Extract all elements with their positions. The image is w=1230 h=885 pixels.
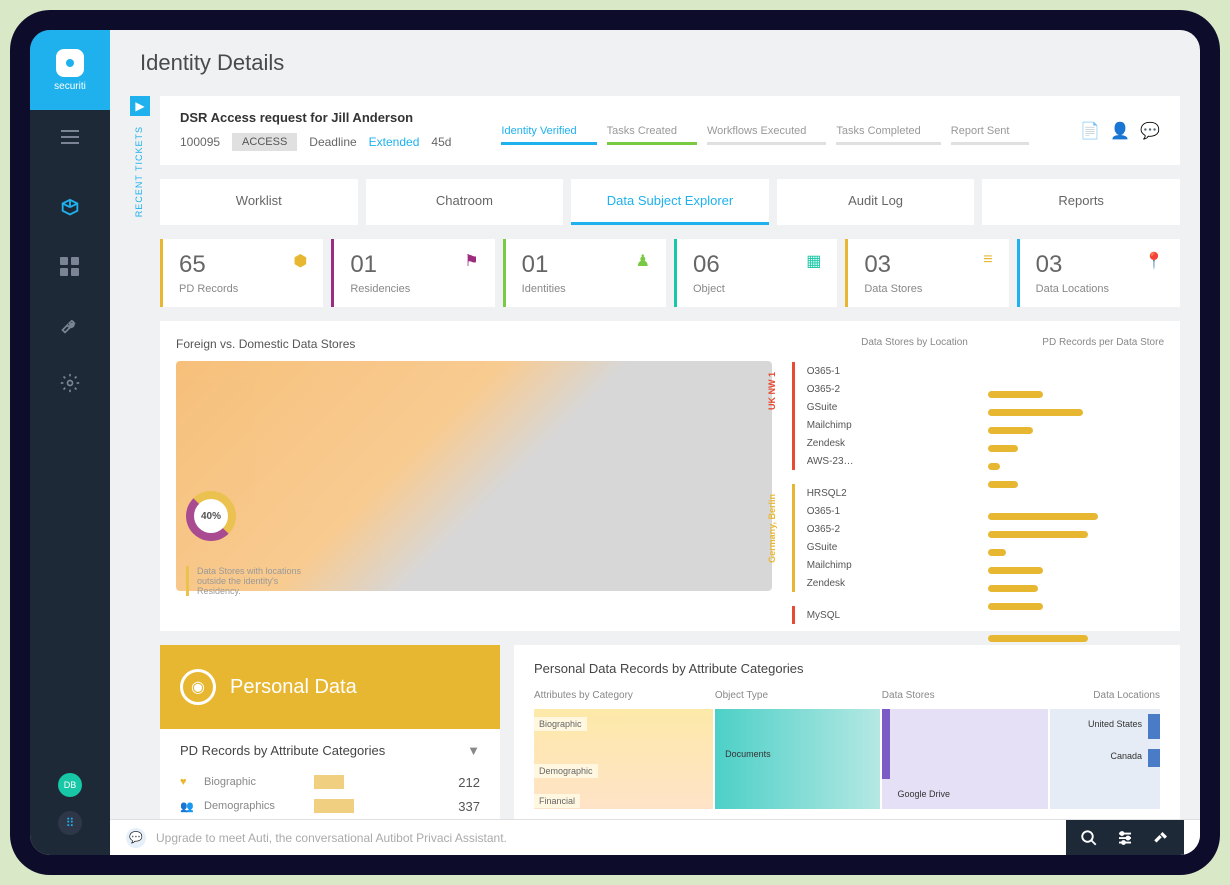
footer-text: Upgrade to meet Auti, the conversational… (156, 831, 507, 845)
user-icon[interactable]: 👤 (1110, 121, 1130, 141)
tab-reports[interactable]: Reports (982, 179, 1180, 225)
recent-tickets-tab[interactable]: ▶ RECENT TICKETS (130, 96, 155, 217)
request-title: DSR Access request for Jill Anderson (180, 110, 451, 125)
step-tasks-created: Tasks Created (607, 125, 677, 137)
expand-arrow-icon[interactable]: ▶ (130, 96, 150, 116)
sk-h1: Attributes by Category (534, 690, 715, 701)
location-group-berlin: Germany, Berlin HRSQL2 O365-1 O365-2 GSu… (792, 484, 968, 592)
sankey-diagram: Biographic Demographic Financial Documen… (534, 709, 1160, 809)
request-header: DSR Access request for Jill Anderson 100… (160, 96, 1180, 165)
database-icon: ≡ (983, 251, 992, 269)
request-id: 100095 (180, 135, 220, 149)
nav-item-wrench[interactable] (55, 310, 85, 340)
stats-row: 65PD Records⬢ 01Residencies⚑ 01Identitie… (160, 239, 1180, 307)
sk-h4: Data Locations (1049, 690, 1160, 701)
map-note: Data Stores with locations outside the i… (186, 566, 306, 596)
access-badge: ACCESS (232, 133, 297, 151)
sankey-card: Personal Data Records by Attribute Categ… (514, 645, 1180, 845)
pd-title: Personal Data (230, 676, 357, 699)
sliders-icon[interactable] (1116, 829, 1134, 847)
bar (988, 531, 1088, 538)
chat-bubble-icon[interactable]: 💬 (126, 828, 146, 848)
flag-icon: ⚑ (464, 251, 478, 271)
col-stores-title: Data Stores by Location (792, 337, 968, 348)
recent-tickets-label: RECENT TICKETS (134, 126, 144, 217)
bar (988, 427, 1033, 434)
main-tabs: Worklist Chatroom Data Subject Explorer … (160, 179, 1180, 225)
attr-row-biographic: ♥ Biographic 212 (180, 770, 480, 794)
stat-residencies[interactable]: 01Residencies⚑ (331, 239, 494, 307)
donut-chart: 40% (186, 491, 236, 541)
apps-grid-icon[interactable]: ⠿ (58, 811, 82, 835)
sk-h2: Object Type (715, 690, 882, 701)
bar (988, 409, 1083, 416)
bar (988, 635, 1088, 642)
map-card: Foreign vs. Domestic Data Stores 40% Dat… (160, 321, 1180, 631)
world-map: 40% Data Stores with locations outside t… (176, 361, 772, 591)
col-records-title: PD Records per Data Store (988, 337, 1164, 348)
menu-toggle-icon[interactable] (61, 130, 79, 144)
people-icon: 👥 (180, 800, 194, 813)
document-icon[interactable]: 📄 (1080, 121, 1100, 141)
tab-audit[interactable]: Audit Log (777, 179, 975, 225)
step-verified: Identity Verified (501, 125, 576, 137)
pin-icon: 📍 (1144, 251, 1164, 271)
step-report: Report Sent (951, 125, 1010, 137)
tab-worklist[interactable]: Worklist (160, 179, 358, 225)
sankey-title: Personal Data Records by Attribute Categ… (534, 661, 1160, 676)
bar (988, 463, 1000, 470)
nav-item-gear[interactable] (55, 368, 85, 398)
brand-name: securiti (54, 81, 86, 92)
step-workflows: Workflows Executed (707, 125, 806, 137)
location-group-extra: MySQL (792, 606, 968, 624)
nav-item-grid[interactable] (55, 252, 85, 282)
location-group-uk: UK NW 1 O365-1 O365-2 GSuite Mailchimp Z… (792, 362, 968, 470)
bar (988, 567, 1043, 574)
barcode-icon: ▦ (806, 251, 821, 271)
shield-eye-icon: ◉ (180, 669, 216, 705)
bar (988, 391, 1043, 398)
bar (988, 513, 1098, 520)
person-icon: ♟ (636, 251, 650, 271)
sidebar: securiti DB ⠿ (30, 30, 110, 855)
stat-data-locations[interactable]: 03Data Locations📍 (1017, 239, 1180, 307)
pd-subtitle: PD Records by Attribute Categories (180, 743, 385, 758)
hexagon-icon: ⬢ (293, 251, 307, 271)
stat-pd-records[interactable]: 65PD Records⬢ (160, 239, 323, 307)
deadline-days: 45d (431, 135, 451, 149)
heart-icon: ♥ (180, 776, 194, 788)
brand-logo[interactable]: securiti (30, 30, 110, 110)
bar (988, 549, 1006, 556)
bar (988, 481, 1018, 488)
bar (988, 603, 1043, 610)
map-title: Foreign vs. Domestic Data Stores (176, 337, 772, 351)
tab-chatroom[interactable]: Chatroom (366, 179, 564, 225)
stat-data-stores[interactable]: 03Data Stores≡ (845, 239, 1008, 307)
nav-item-cube[interactable] (55, 194, 85, 224)
page-title: Identity Details (110, 30, 1200, 96)
stat-identities[interactable]: 01Identities♟ (503, 239, 666, 307)
bar (988, 445, 1018, 452)
deadline-status: Extended (369, 135, 420, 149)
tab-explorer[interactable]: Data Subject Explorer (571, 179, 769, 225)
search-icon[interactable] (1080, 829, 1098, 847)
hammer-icon[interactable] (1152, 829, 1170, 847)
deadline-label: Deadline (309, 135, 356, 149)
sk-h3: Data Stores (882, 690, 1049, 701)
bar (988, 585, 1038, 592)
chat-icon[interactable]: 💬 (1140, 121, 1160, 141)
user-avatar[interactable]: DB (58, 773, 82, 797)
personal-data-card: ◉ Personal Data PD Records by Attribute … (160, 645, 500, 845)
logo-icon (56, 49, 84, 77)
stat-object[interactable]: 06Object▦ (674, 239, 837, 307)
step-tasks-completed: Tasks Completed (836, 125, 920, 137)
attr-row-demographics: 👥 Demographics 337 (180, 794, 480, 818)
footer-bar: 💬 Upgrade to meet Auti, the conversation… (110, 819, 1200, 855)
chevron-down-icon[interactable]: ▼ (467, 743, 480, 758)
